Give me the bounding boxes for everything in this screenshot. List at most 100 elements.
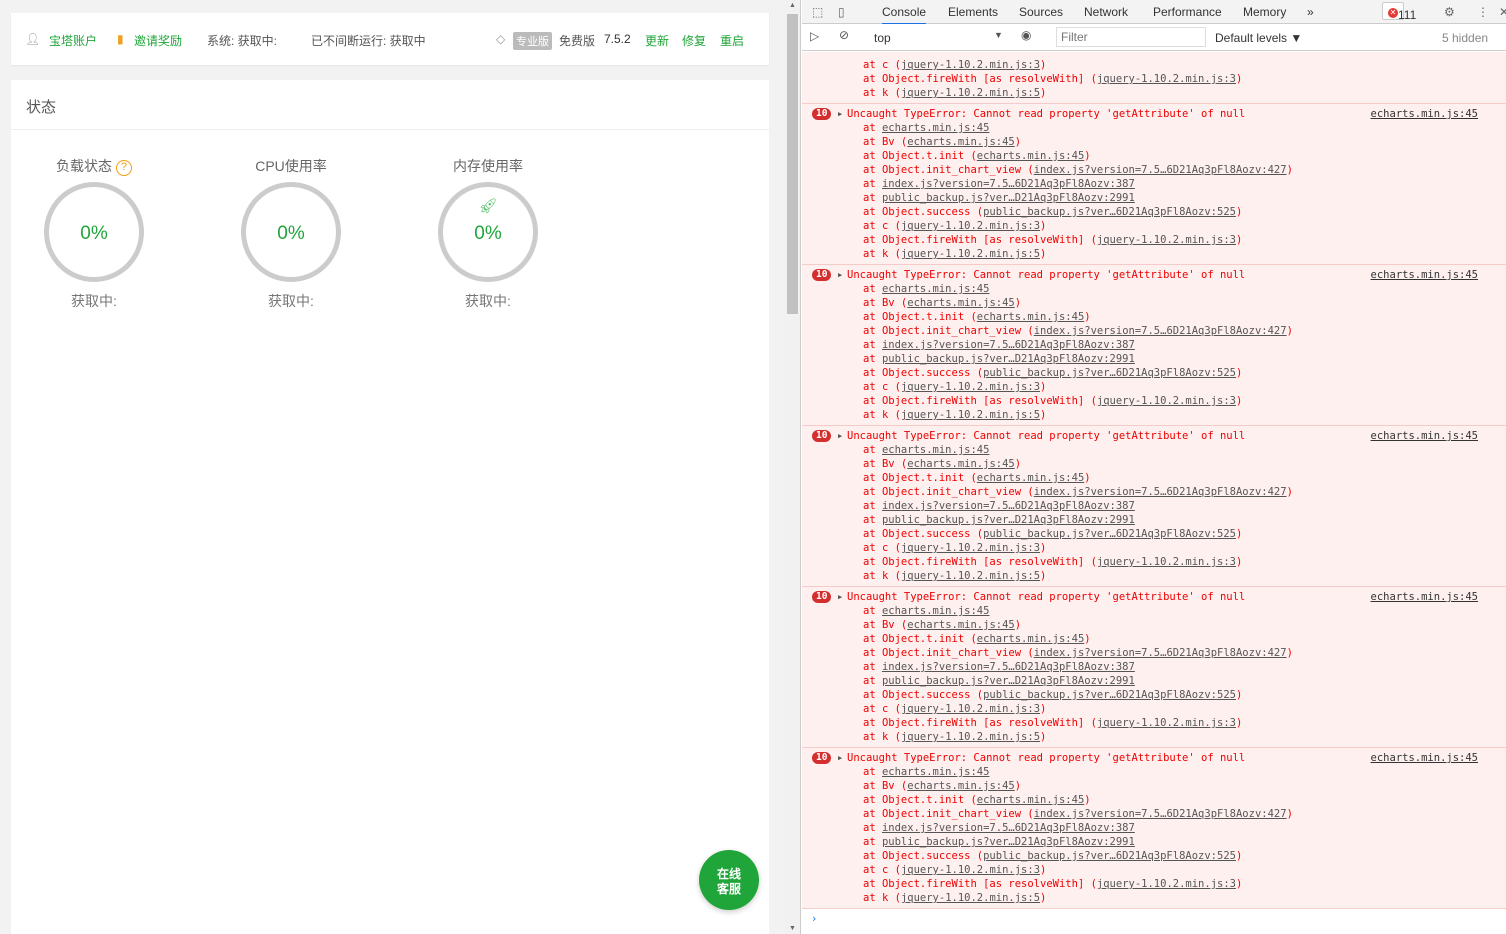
source-link[interactable]: echarts.min.js:45 [977,633,1084,645]
source-link[interactable]: index.js?version=7.5…6D21Aq3pFl8Aozv:387 [882,661,1135,673]
tab-elements[interactable]: Elements [948,5,998,19]
levels-dropdown[interactable]: Default levels ▼ [1215,31,1302,45]
source-link[interactable]: echarts.min.js:45 [977,794,1084,806]
error-header[interactable]: 10 ▶ Uncaught TypeError: Cannot read prope… [802,268,1506,282]
page-scrollbar[interactable]: ▲ ▼ [785,0,801,934]
pro-badge[interactable]: 专业版 [513,32,552,50]
source-link[interactable]: echarts.min.js:45 [882,122,989,134]
context-dropdown-icon[interactable]: ▼ [994,30,1003,40]
source-link[interactable]: jquery-1.10.2.min.js:3 [901,220,1040,232]
error-header[interactable]: 10 ▶ Uncaught TypeError: Cannot read prope… [802,751,1506,765]
device-toolbar-icon[interactable]: ▯ [838,5,845,19]
source-link[interactable]: public_backup.js?ver…D21Aq3pFl8Aozv:2991 [882,192,1135,204]
restart-link[interactable]: 重启 [720,32,744,49]
menu-icon[interactable]: ⋮ [1477,5,1489,19]
source-link[interactable]: echarts.min.js:45 [977,311,1084,323]
source-link[interactable]: public_backup.js?ver…D21Aq3pFl8Aozv:2991 [882,675,1135,687]
source-link[interactable]: public_backup.js?ver…6D21Aq3pFl8Aozv:525 [983,689,1236,701]
filter-input[interactable] [1056,27,1206,47]
source-link[interactable]: jquery-1.10.2.min.js:3 [1097,878,1236,890]
source-link[interactable]: echarts.min.js:45 [882,766,989,778]
online-support-button[interactable]: 在线 客服 [699,850,759,910]
tab-performance[interactable]: Performance [1153,5,1222,19]
source-link[interactable]: public_backup.js?ver…6D21Aq3pFl8Aozv:525 [983,850,1236,862]
tab-network[interactable]: Network [1084,5,1128,19]
source-link[interactable]: jquery-1.10.2.min.js:3 [1097,395,1236,407]
source-link[interactable]: public_backup.js?ver…6D21Aq3pFl8Aozv:525 [983,528,1236,540]
error-source-link[interactable]: echarts.min.js:45 [1371,751,1478,765]
repair-link[interactable]: 修复 [682,32,706,49]
source-link[interactable]: jquery-1.10.2.min.js:3 [1097,556,1236,568]
error-header[interactable]: 10 ▶ Uncaught TypeError: Cannot read prope… [802,590,1506,604]
error-header[interactable]: 10 ▶ Uncaught TypeError: Cannot read prope… [802,429,1506,443]
eye-icon[interactable]: ◉ [1021,28,1031,42]
source-link[interactable]: jquery-1.10.2.min.js:5 [901,409,1040,421]
source-link[interactable]: index.js?version=7.5…6D21Aq3pFl8Aozv:387 [882,339,1135,351]
expand-triangle-icon[interactable]: ▶ [838,107,842,121]
scroll-thumb[interactable] [787,14,798,314]
source-link[interactable]: echarts.min.js:45 [907,619,1014,631]
source-link[interactable]: index.js?version=7.5…6D21Aq3pFl8Aozv:387 [882,822,1135,834]
source-link[interactable]: jquery-1.10.2.min.js:5 [901,248,1040,260]
expand-triangle-icon[interactable]: ▶ [838,268,842,282]
source-link[interactable]: index.js?version=7.5…6D21Aq3pFl8Aozv:427 [1034,325,1287,337]
source-link[interactable]: jquery-1.10.2.min.js:3 [901,59,1040,71]
tab-memory[interactable]: Memory [1243,5,1286,19]
help-icon[interactable]: ? [115,160,132,176]
expand-triangle-icon[interactable]: ▶ [838,590,842,604]
context-select[interactable]: top [874,31,891,45]
source-link[interactable]: jquery-1.10.2.min.js:3 [901,381,1040,393]
account-link[interactable]: 宝塔账户 [49,32,97,49]
source-link[interactable]: jquery-1.10.2.min.js:3 [1097,717,1236,729]
gauge-ring[interactable]: 🚀︎ 0% [438,182,538,282]
source-link[interactable]: echarts.min.js:45 [907,780,1014,792]
source-link[interactable]: index.js?version=7.5…6D21Aq3pFl8Aozv:427 [1034,486,1287,498]
source-link[interactable]: index.js?version=7.5…6D21Aq3pFl8Aozv:387 [882,500,1135,512]
source-link[interactable]: jquery-1.10.2.min.js:3 [901,864,1040,876]
source-link[interactable]: jquery-1.10.2.min.js:5 [901,570,1040,582]
expand-triangle-icon[interactable]: ▶ [838,751,842,765]
source-link[interactable]: public_backup.js?ver…D21Aq3pFl8Aozv:2991 [882,514,1135,526]
source-link[interactable]: index.js?version=7.5…6D21Aq3pFl8Aozv:427 [1034,647,1287,659]
source-link[interactable]: echarts.min.js:45 [907,136,1014,148]
source-link[interactable]: jquery-1.10.2.min.js:3 [901,542,1040,554]
settings-icon[interactable]: ⚙ [1444,5,1455,19]
source-link[interactable]: echarts.min.js:45 [882,283,989,295]
source-link[interactable]: index.js?version=7.5…6D21Aq3pFl8Aozv:427 [1034,808,1287,820]
source-link[interactable]: index.js?version=7.5…6D21Aq3pFl8Aozv:427 [1034,164,1287,176]
error-source-link[interactable]: echarts.min.js:45 [1371,590,1478,604]
clear-console-icon[interactable]: ⊘ [839,28,849,42]
invite-link[interactable]: 邀请奖励 [134,32,182,49]
gauge-ring[interactable]: 0% [241,182,341,282]
source-link[interactable]: public_backup.js?ver…D21Aq3pFl8Aozv:2991 [882,836,1135,848]
source-link[interactable]: jquery-1.10.2.min.js:5 [901,87,1040,99]
source-link[interactable]: echarts.min.js:45 [907,297,1014,309]
close-icon[interactable]: ✕ [1499,5,1506,19]
sidebar-toggle-icon[interactable]: ▷ [810,29,819,43]
source-link[interactable]: public_backup.js?ver…6D21Aq3pFl8Aozv:525 [983,367,1236,379]
source-link[interactable]: echarts.min.js:45 [882,605,989,617]
error-source-link[interactable]: echarts.min.js:45 [1371,268,1478,282]
inspect-icon[interactable]: ⬚ [812,5,823,19]
error-source-link[interactable]: echarts.min.js:45 [1371,429,1478,443]
error-source-link[interactable]: echarts.min.js:45 [1371,107,1478,121]
source-link[interactable]: echarts.min.js:45 [907,458,1014,470]
source-link[interactable]: echarts.min.js:45 [977,150,1084,162]
source-link[interactable]: jquery-1.10.2.min.js:3 [901,703,1040,715]
source-link[interactable]: jquery-1.10.2.min.js:3 [1097,73,1236,85]
update-link[interactable]: 更新 [645,32,669,49]
tab-sources[interactable]: Sources [1019,5,1063,19]
error-header[interactable]: 10 ▶ Uncaught TypeError: Cannot read prope… [802,107,1506,121]
source-link[interactable]: jquery-1.10.2.min.js:5 [901,731,1040,743]
expand-triangle-icon[interactable]: ▶ [838,429,842,443]
rocket-icon[interactable]: 🚀︎ [443,197,533,215]
source-link[interactable]: jquery-1.10.2.min.js:5 [901,892,1040,904]
source-link[interactable]: echarts.min.js:45 [882,444,989,456]
tab-console[interactable]: Console [882,5,927,25]
source-link[interactable]: public_backup.js?ver…6D21Aq3pFl8Aozv:525 [983,206,1236,218]
more-tabs-button[interactable]: » [1307,5,1314,19]
console-prompt[interactable]: › [802,909,1506,929]
source-link[interactable]: index.js?version=7.5…6D21Aq3pFl8Aozv:387 [882,178,1135,190]
error-count-badge[interactable]: ✕ 111 [1382,2,1416,22]
source-link[interactable]: public_backup.js?ver…D21Aq3pFl8Aozv:2991 [882,353,1135,365]
